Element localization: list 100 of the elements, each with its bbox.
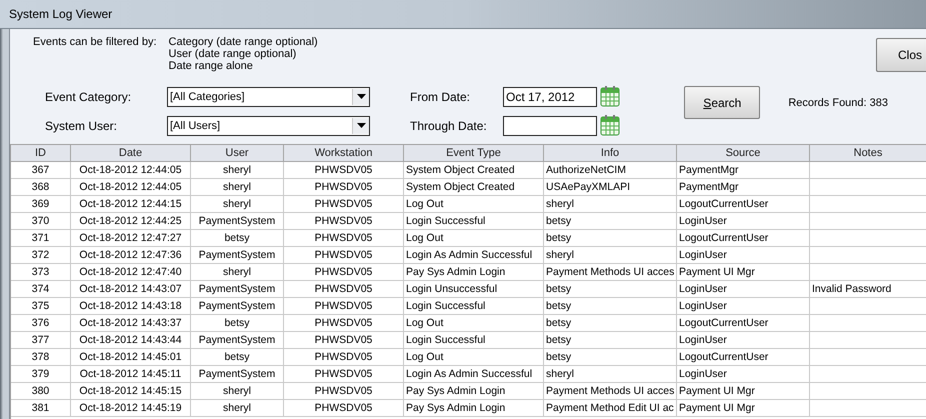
calendar-icon[interactable] bbox=[600, 86, 620, 107]
table-cell: betsy bbox=[546, 351, 572, 363]
table-cell: PHWSDV05 bbox=[314, 232, 372, 244]
close-button[interactable]: Clos bbox=[876, 38, 926, 72]
table-cell: betsy bbox=[546, 300, 572, 312]
table-cell: PaymentSystem bbox=[198, 249, 276, 261]
table-cell: sheryl bbox=[222, 198, 251, 210]
user-dropdown[interactable]: [All Users] bbox=[167, 116, 370, 136]
table-cell: 368 bbox=[32, 181, 50, 193]
table-cell: Login As Admin Successful bbox=[406, 368, 532, 380]
table-cell: 373 bbox=[32, 266, 50, 278]
table-cell: PHWSDV05 bbox=[314, 368, 372, 380]
table-cell: Oct-18-2012 14:45:19 bbox=[79, 402, 182, 414]
field-label: Event Category: bbox=[44, 90, 132, 104]
table-cell: Payment UI Mgr bbox=[679, 385, 755, 397]
table-cell: sheryl bbox=[222, 181, 251, 193]
table-cell: betsy bbox=[546, 215, 572, 227]
table-cell: Pay Sys Admin Login bbox=[406, 385, 506, 397]
table-cell: PHWSDV05 bbox=[314, 334, 372, 346]
filter-option: Date range alone bbox=[168, 60, 318, 72]
column-header[interactable]: Info bbox=[544, 145, 677, 161]
table-cell: Log Out bbox=[406, 198, 444, 210]
table-cell: LoginUser bbox=[679, 283, 727, 295]
dropdown-arrow-icon bbox=[356, 123, 366, 128]
table-cell: sheryl bbox=[222, 402, 251, 414]
table-cell: 369 bbox=[32, 198, 50, 210]
table-cell: PaymentSystem bbox=[198, 368, 276, 380]
column-header[interactable]: Notes bbox=[810, 145, 926, 161]
table-cell: Log Out bbox=[406, 317, 444, 329]
table-cell: PHWSDV05 bbox=[314, 317, 372, 329]
dropdown-arrow-icon bbox=[356, 94, 366, 99]
column-header[interactable]: User bbox=[191, 145, 284, 161]
table-cell: PaymentSystem bbox=[198, 334, 276, 346]
table-cell: PaymentMgr bbox=[679, 181, 739, 193]
column-header[interactable]: ID bbox=[11, 145, 71, 161]
window-title: System Log Viewer bbox=[9, 7, 112, 21]
table-cell: 367 bbox=[32, 164, 50, 176]
table-cell: Oct-18-2012 12:44:05 bbox=[79, 181, 182, 193]
table-cell: Payment Methods UI acces bbox=[546, 385, 674, 397]
table-cell: 370 bbox=[32, 215, 50, 227]
field-label: Through Date: bbox=[409, 118, 488, 132]
table-cell: betsy bbox=[546, 232, 572, 244]
calendar-icon[interactable] bbox=[600, 115, 620, 136]
table-cell: PHWSDV05 bbox=[314, 283, 372, 295]
table-cell: PHWSDV05 bbox=[314, 198, 372, 210]
table-cell: PaymentSystem bbox=[198, 215, 276, 227]
column-header[interactable]: Event Type bbox=[404, 145, 544, 161]
table-cell: Oct-18-2012 12:44:25 bbox=[79, 215, 182, 227]
column-header[interactable]: Workstation bbox=[284, 145, 404, 161]
category-dropdown[interactable]: [All Categories] bbox=[167, 86, 370, 106]
search-button[interactable]: Search bbox=[684, 86, 760, 119]
table-cell: 376 bbox=[32, 317, 50, 329]
table-cell: Oct-18-2012 14:45:11 bbox=[80, 368, 182, 380]
table-cell: Login Unsuccessful bbox=[406, 283, 498, 295]
table-cell: System Object Created bbox=[406, 164, 515, 176]
table-cell: betsy bbox=[224, 351, 250, 363]
table-cell: Oct-18-2012 14:43:07 bbox=[79, 283, 182, 295]
table-cell: 371 bbox=[32, 232, 50, 244]
table-cell: betsy bbox=[224, 232, 250, 244]
table-cell: betsy bbox=[546, 317, 572, 329]
column-header[interactable]: Date bbox=[71, 145, 191, 161]
table-cell: Oct-18-2012 12:44:05 bbox=[79, 164, 182, 176]
table-cell: sheryl bbox=[222, 266, 251, 278]
table-cell: PHWSDV05 bbox=[314, 300, 372, 312]
table-cell: Invalid Password bbox=[812, 283, 892, 295]
table-cell: LoginUser bbox=[679, 368, 727, 380]
table-cell: PHWSDV05 bbox=[314, 385, 372, 397]
table-cell: sheryl bbox=[546, 198, 574, 210]
field-label: From Date: bbox=[409, 90, 472, 104]
table-cell: 380 bbox=[32, 385, 50, 397]
table-cell: Oct-18-2012 14:43:18 bbox=[79, 300, 182, 312]
table-cell: PHWSDV05 bbox=[314, 402, 372, 414]
table-cell: sheryl bbox=[222, 385, 251, 397]
table-cell: Log Out bbox=[406, 351, 444, 363]
table-cell: PaymentSystem bbox=[198, 300, 276, 312]
date-field[interactable]: Oct 17, 2012 bbox=[503, 86, 597, 106]
table-cell: LogoutCurrentUser bbox=[679, 232, 768, 244]
table-cell: PaymentMgr bbox=[679, 164, 739, 176]
table-cell: Oct-18-2012 14:45:15 bbox=[79, 385, 182, 397]
table-cell: Payment Methods UI acces bbox=[546, 266, 674, 278]
table-cell: 377 bbox=[32, 334, 50, 346]
date-field[interactable] bbox=[503, 116, 597, 136]
column-header[interactable]: Source bbox=[677, 145, 810, 161]
table-cell: System Object Created bbox=[406, 181, 515, 193]
table-cell: 374 bbox=[32, 283, 50, 295]
table-cell: sheryl bbox=[546, 249, 574, 261]
table-cell: Payment UI Mgr bbox=[679, 402, 755, 414]
table-cell: Oct-18-2012 14:45:01 bbox=[79, 351, 182, 363]
table-cell: betsy bbox=[224, 317, 250, 329]
table-cell: 372 bbox=[32, 249, 50, 261]
table-cell: PHWSDV05 bbox=[314, 215, 372, 227]
table-cell: LogoutCurrentUser bbox=[679, 351, 768, 363]
table-cell: Oct-18-2012 12:47:40 bbox=[79, 266, 182, 278]
table-cell: Oct-18-2012 14:43:37 bbox=[79, 317, 182, 329]
filter-option: Category (date range optional) bbox=[168, 36, 318, 48]
filter-label: Events can be filtered by: bbox=[33, 36, 157, 50]
records-found: Records Found: 383 bbox=[788, 96, 888, 108]
table-cell: sheryl bbox=[546, 368, 574, 380]
table-cell: betsy bbox=[546, 283, 572, 295]
table-cell: PaymentSystem bbox=[198, 283, 276, 295]
